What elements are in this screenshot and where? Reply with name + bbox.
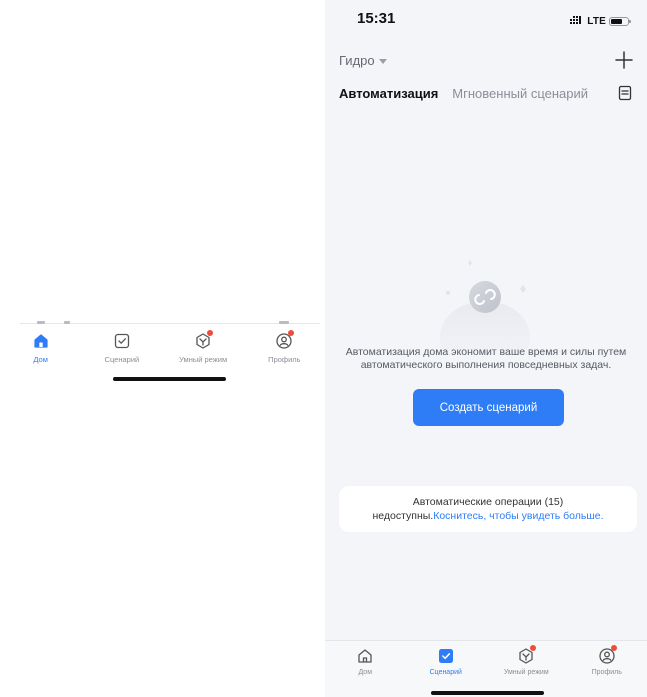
- notice-line1: Автоматические операции (15): [412, 496, 564, 508]
- cropped-content-mark: [37, 321, 45, 324]
- notice-line2: недоступны.Коснитесь, чтобы увидеть боль…: [339, 509, 637, 523]
- cropped-content-mark: [64, 321, 70, 324]
- tab-label: Сценарий: [429, 669, 462, 676]
- log-icon: [618, 85, 632, 101]
- notification-badge: [288, 330, 295, 336]
- scene-check-icon: [112, 331, 132, 351]
- tab-bar: Дом Сценарий Умный режим Профиль: [0, 328, 325, 370]
- tab-scene[interactable]: Сценарий: [406, 641, 487, 697]
- tab-automation[interactable]: Автоматизация: [339, 86, 438, 101]
- profile-icon: [597, 645, 617, 666]
- notification-badge: [610, 645, 617, 651]
- smart-mode-icon: [193, 330, 214, 351]
- status-indicators: LTE: [570, 12, 631, 30]
- status-bar: 15:31 LTE: [325, 0, 647, 40]
- home-icon: [355, 646, 375, 666]
- home-selector[interactable]: Гидро: [339, 53, 387, 68]
- tab-profile[interactable]: Профиль: [244, 328, 325, 370]
- tab-instant-scenario[interactable]: Мгновенный сценарий: [452, 86, 588, 101]
- home-indicator[interactable]: [431, 691, 544, 695]
- unavailable-operations-notice[interactable]: Автоматические операции (15) недоступны.…: [339, 486, 637, 532]
- screenshot-canvas: Дом Сценарий Умный режим Профиль 15:31 L…: [0, 0, 647, 697]
- notification-badge: [207, 330, 214, 336]
- tab-bar: Дом Сценарий Умный режим Профиль: [325, 640, 647, 697]
- tab-home[interactable]: Дом: [325, 641, 406, 697]
- automation-illustration: [435, 255, 535, 373]
- tab-smart-mode[interactable]: Умный режим: [486, 641, 567, 697]
- signal-icon: [570, 12, 584, 30]
- scenario-tabs: Автоматизация Мгновенный сценарий: [339, 86, 588, 101]
- tab-label: Дом: [358, 669, 373, 676]
- tab-label: Профиль: [591, 669, 622, 676]
- network-type: LTE: [587, 15, 606, 27]
- home-name: Гидро: [339, 53, 375, 68]
- profile-icon: [274, 330, 295, 351]
- add-button[interactable]: [613, 49, 635, 71]
- tab-smart-mode[interactable]: Умный режим: [163, 328, 244, 370]
- tab-label: Умный режим: [503, 669, 549, 676]
- log-button[interactable]: [617, 85, 633, 101]
- plus-icon: [615, 51, 633, 69]
- home-indicator[interactable]: [113, 377, 226, 381]
- tab-home[interactable]: Дом: [0, 328, 81, 370]
- phone-screen: 15:31 LTE Гидро Автоматизация Мгновенный…: [325, 0, 647, 697]
- home-icon: [31, 331, 51, 351]
- scene-check-icon: [436, 646, 456, 666]
- status-time: 15:31: [357, 10, 396, 27]
- cropped-content-mark: [279, 321, 289, 324]
- battery-icon: [609, 16, 631, 26]
- tab-label: Сценарий: [104, 355, 140, 364]
- left-tabbar-fragment: Дом Сценарий Умный режим Профиль: [0, 318, 325, 388]
- automation-loop-icon: [440, 260, 530, 373]
- smart-mode-icon: [516, 645, 537, 666]
- tab-label: Профиль: [268, 355, 301, 364]
- tab-label: Дом: [33, 355, 48, 364]
- tab-scene[interactable]: Сценарий: [81, 328, 162, 370]
- tab-label: Умный режим: [179, 355, 228, 364]
- empty-state-description: Автоматизация дома экономит ваше время и…: [345, 346, 627, 371]
- tab-profile[interactable]: Профиль: [567, 641, 647, 697]
- create-scenario-button[interactable]: Создать сценарий: [413, 389, 564, 426]
- notice-prefix: недоступны.: [372, 510, 434, 522]
- notification-badge: [530, 645, 537, 651]
- see-more-link[interactable]: Коснитесь, чтобы увидеть больше.: [433, 510, 603, 522]
- chevron-down-icon: [378, 58, 387, 64]
